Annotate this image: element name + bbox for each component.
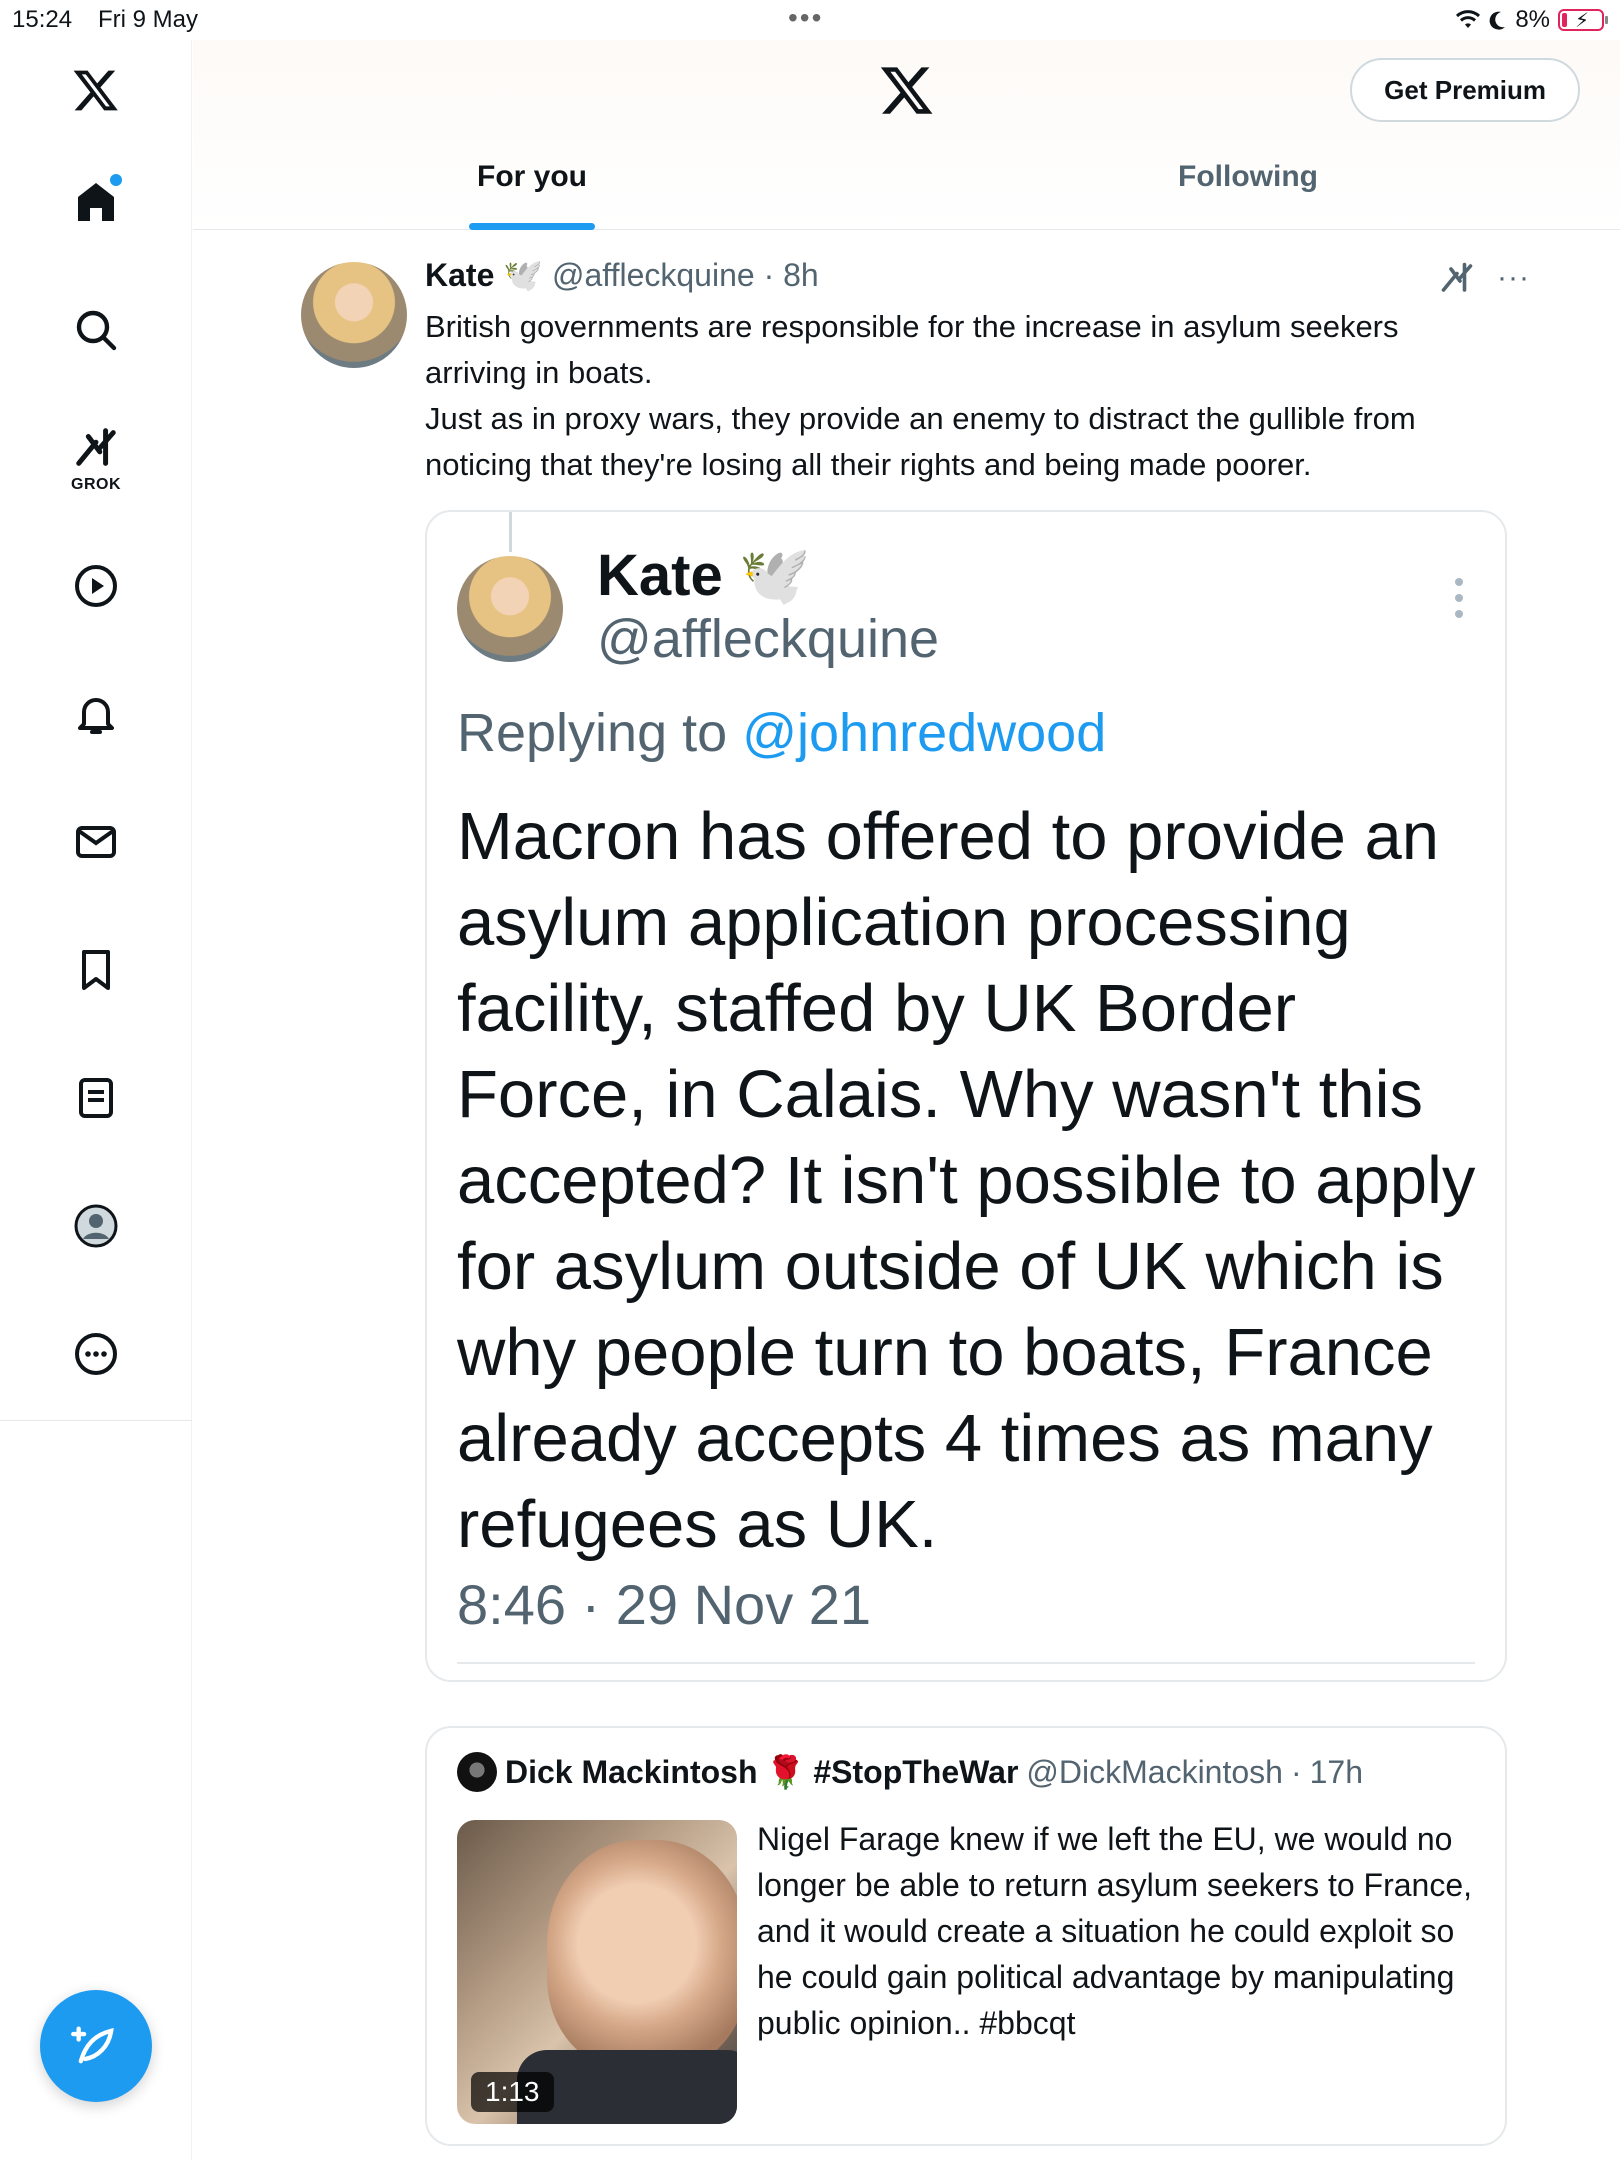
image-tweet-body: Macron has offered to provide an asylum …: [457, 799, 1476, 1562]
avatar: [457, 1752, 497, 1792]
quoted-tweet-time: 17h: [1309, 1753, 1363, 1790]
author-name[interactable]: Kate: [425, 257, 494, 293]
battery-icon: ⚡: [1558, 9, 1608, 32]
search-icon: [76, 310, 117, 351]
status-date: Fri 9 May: [98, 6, 199, 33]
compose-button[interactable]: [40, 1990, 152, 2102]
sidebar-divider: [0, 1420, 192, 1421]
video-duration: 1:13: [471, 2072, 554, 2112]
quoted-tweet[interactable]: Dick Mackintosh 🌹 #StopTheWar @DickMacki…: [425, 1726, 1507, 2146]
avatar: [457, 556, 563, 662]
separator-dot: ·: [1290, 1753, 1302, 1790]
active-tab-indicator: [469, 223, 595, 230]
nav-lists[interactable]: [56, 1058, 136, 1138]
bookmark-icon: [82, 950, 110, 990]
rose-icon: 🌹: [765, 1754, 806, 1790]
image-tweet-timestamp: 8:46 · 29 Nov 21: [457, 1573, 872, 1636]
nav-profile[interactable]: [56, 1186, 136, 1266]
quoted-tweet-text: Nigel Farage knew if we left the EU, we …: [757, 1821, 1473, 2041]
battery-percent: 8%: [1515, 6, 1550, 33]
tab-following-label: Following: [1178, 160, 1318, 193]
grok-icon[interactable]: [1439, 260, 1475, 296]
dove-icon: 🕊️: [503, 257, 544, 293]
status-indicators: 8% ⚡: [1455, 6, 1608, 34]
tweet-text: British governments are responsible for …: [425, 304, 1505, 488]
more-icon: [75, 1333, 117, 1375]
bell-icon: [78, 698, 114, 734]
multitasking-dots-icon[interactable]: •••: [788, 2, 823, 34]
dove-icon: 🕊️: [738, 543, 812, 608]
get-premium-button[interactable]: Get Premium: [1350, 58, 1580, 122]
timeline-tabs: For you Following: [193, 160, 1620, 230]
top-header: Get Premium For you Following: [193, 40, 1620, 230]
compose-icon: [71, 2026, 114, 2064]
sidebar: GROK: [0, 40, 192, 2160]
quoted-tweet-header: Dick Mackintosh 🌹 #StopTheWar @DickMacki…: [457, 1752, 1363, 1792]
nav-video[interactable]: [56, 546, 136, 626]
tab-for-you-label: For you: [477, 160, 587, 193]
wifi-icon: [1456, 10, 1481, 28]
image-author-name: Kate 🕊️: [597, 542, 811, 610]
play-icon: [75, 565, 117, 607]
nav-home[interactable]: [56, 162, 136, 242]
status-time: 15:24: [12, 6, 73, 33]
tweet-text-line: British governments are responsible for …: [425, 309, 1399, 390]
list-icon: [79, 1078, 113, 1118]
image-author-name-text: Kate: [597, 543, 723, 608]
nav-more[interactable]: [56, 1314, 136, 1394]
nav-search[interactable]: [56, 290, 136, 370]
replying-to-prefix: Replying to: [457, 703, 728, 763]
nav-messages[interactable]: [56, 802, 136, 882]
grok-icon: [76, 428, 116, 466]
replying-to: Replying to @johnredwood: [457, 702, 1106, 764]
quoted-author-hashtag: #StopTheWar: [813, 1753, 1019, 1790]
tweet-time[interactable]: 8h: [783, 257, 819, 293]
moon-icon: [1489, 11, 1506, 30]
tweet-header: Kate 🕊️ @affleckquine · 8h: [425, 256, 819, 294]
replying-to-handle: @johnredwood: [742, 703, 1107, 763]
x-logo-icon[interactable]: [879, 62, 935, 118]
nav-grok[interactable]: GROK: [56, 418, 136, 498]
quoted-author-handle: @DickMackintosh: [1026, 1753, 1283, 1790]
more-options-icon[interactable]: ···: [1497, 261, 1530, 295]
tab-following[interactable]: Following: [1178, 160, 1318, 230]
grok-label: GROK: [71, 476, 121, 493]
thumbnail-face: [547, 1840, 737, 2070]
video-thumbnail[interactable]: 1:13: [457, 1820, 737, 2124]
mail-icon: [76, 826, 116, 858]
kebab-menu-icon: [1455, 578, 1465, 626]
avatar[interactable]: [301, 262, 407, 368]
separator-dot: ·: [754, 257, 784, 293]
tweet-image[interactable]: Kate 🕊️ @affleckquine Replying to @johnr…: [425, 510, 1507, 1682]
image-author-handle: @affleckquine: [597, 609, 940, 669]
tweet-text-line: Just as in proxy wars, they provide an e…: [425, 401, 1416, 482]
nav-notifications[interactable]: [56, 674, 136, 754]
author-handle[interactable]: @affleckquine: [552, 257, 755, 293]
profile-icon: [74, 1204, 118, 1248]
status-bar: 15:24 Fri 9 May ••• 8% ⚡: [0, 0, 1620, 40]
nav-bookmarks[interactable]: [56, 930, 136, 1010]
quoted-author-name: Dick Mackintosh: [505, 1753, 758, 1790]
home-notification-dot: [110, 174, 122, 186]
tweet-tools: ···: [1439, 260, 1530, 296]
thread-line: [509, 512, 512, 552]
tab-for-you[interactable]: For you: [469, 160, 595, 230]
divider: [457, 1662, 1475, 1664]
x-logo-icon[interactable]: [56, 50, 136, 130]
